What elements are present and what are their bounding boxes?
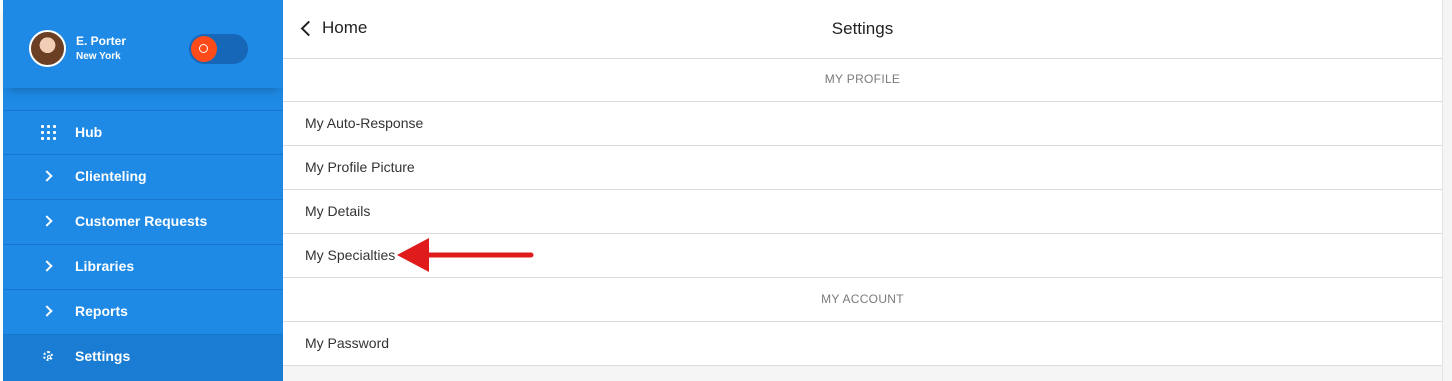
section-header-my-profile: MY PROFILE — [283, 58, 1442, 102]
settings-panel: Home Settings MY PROFILE My Auto-Respons… — [283, 0, 1442, 381]
chevron-right-icon — [39, 257, 57, 275]
chevron-right-icon — [39, 212, 57, 230]
annotation-arrow-icon — [397, 238, 534, 272]
user-location: New York — [76, 51, 121, 62]
sidebar-item-label: Customer Requests — [75, 213, 208, 229]
list-item-profile-picture[interactable]: My Profile Picture — [283, 146, 1442, 190]
user-name: E. Porter — [76, 34, 127, 48]
list-item-password[interactable]: My Password — [283, 322, 1442, 366]
sidebar-item-clienteling[interactable]: Clienteling — [3, 154, 283, 198]
chevron-right-icon — [39, 167, 57, 185]
list-item-details[interactable]: My Details — [283, 190, 1442, 234]
user-profile: E. Porter New York — [3, 0, 283, 88]
sidebar-item-customer-requests[interactable]: Customer Requests — [3, 199, 283, 243]
avatar[interactable] — [29, 30, 66, 67]
sidebar-item-settings[interactable]: Settings — [3, 334, 283, 381]
sidebar-item-label: Reports — [75, 303, 128, 319]
sidebar-item-label: Libraries — [75, 258, 135, 274]
toggle-knob-icon — [191, 36, 217, 62]
sidebar: E. Porter New York Hub Clienteling Custo… — [3, 0, 283, 381]
header-bar: Home Settings — [283, 0, 1442, 59]
sidebar-item-libraries[interactable]: Libraries — [3, 244, 283, 288]
scrollbar-track[interactable] — [1442, 0, 1452, 381]
gear-icon — [39, 347, 57, 365]
grid-icon — [39, 123, 57, 141]
footer-background — [283, 366, 1442, 381]
chevron-right-icon — [39, 302, 57, 320]
sidebar-item-hub[interactable]: Hub — [3, 110, 283, 154]
status-toggle[interactable] — [189, 34, 248, 64]
list-item-auto-response[interactable]: My Auto-Response — [283, 102, 1442, 146]
section-header-my-account: MY ACCOUNT — [283, 278, 1442, 322]
sidebar-item-reports[interactable]: Reports — [3, 289, 283, 333]
sidebar-item-label: Clienteling — [75, 168, 147, 184]
page-title: Settings — [831, 19, 894, 38]
sidebar-item-label: Hub — [75, 124, 103, 140]
sidebar-item-label: Settings — [75, 348, 131, 364]
